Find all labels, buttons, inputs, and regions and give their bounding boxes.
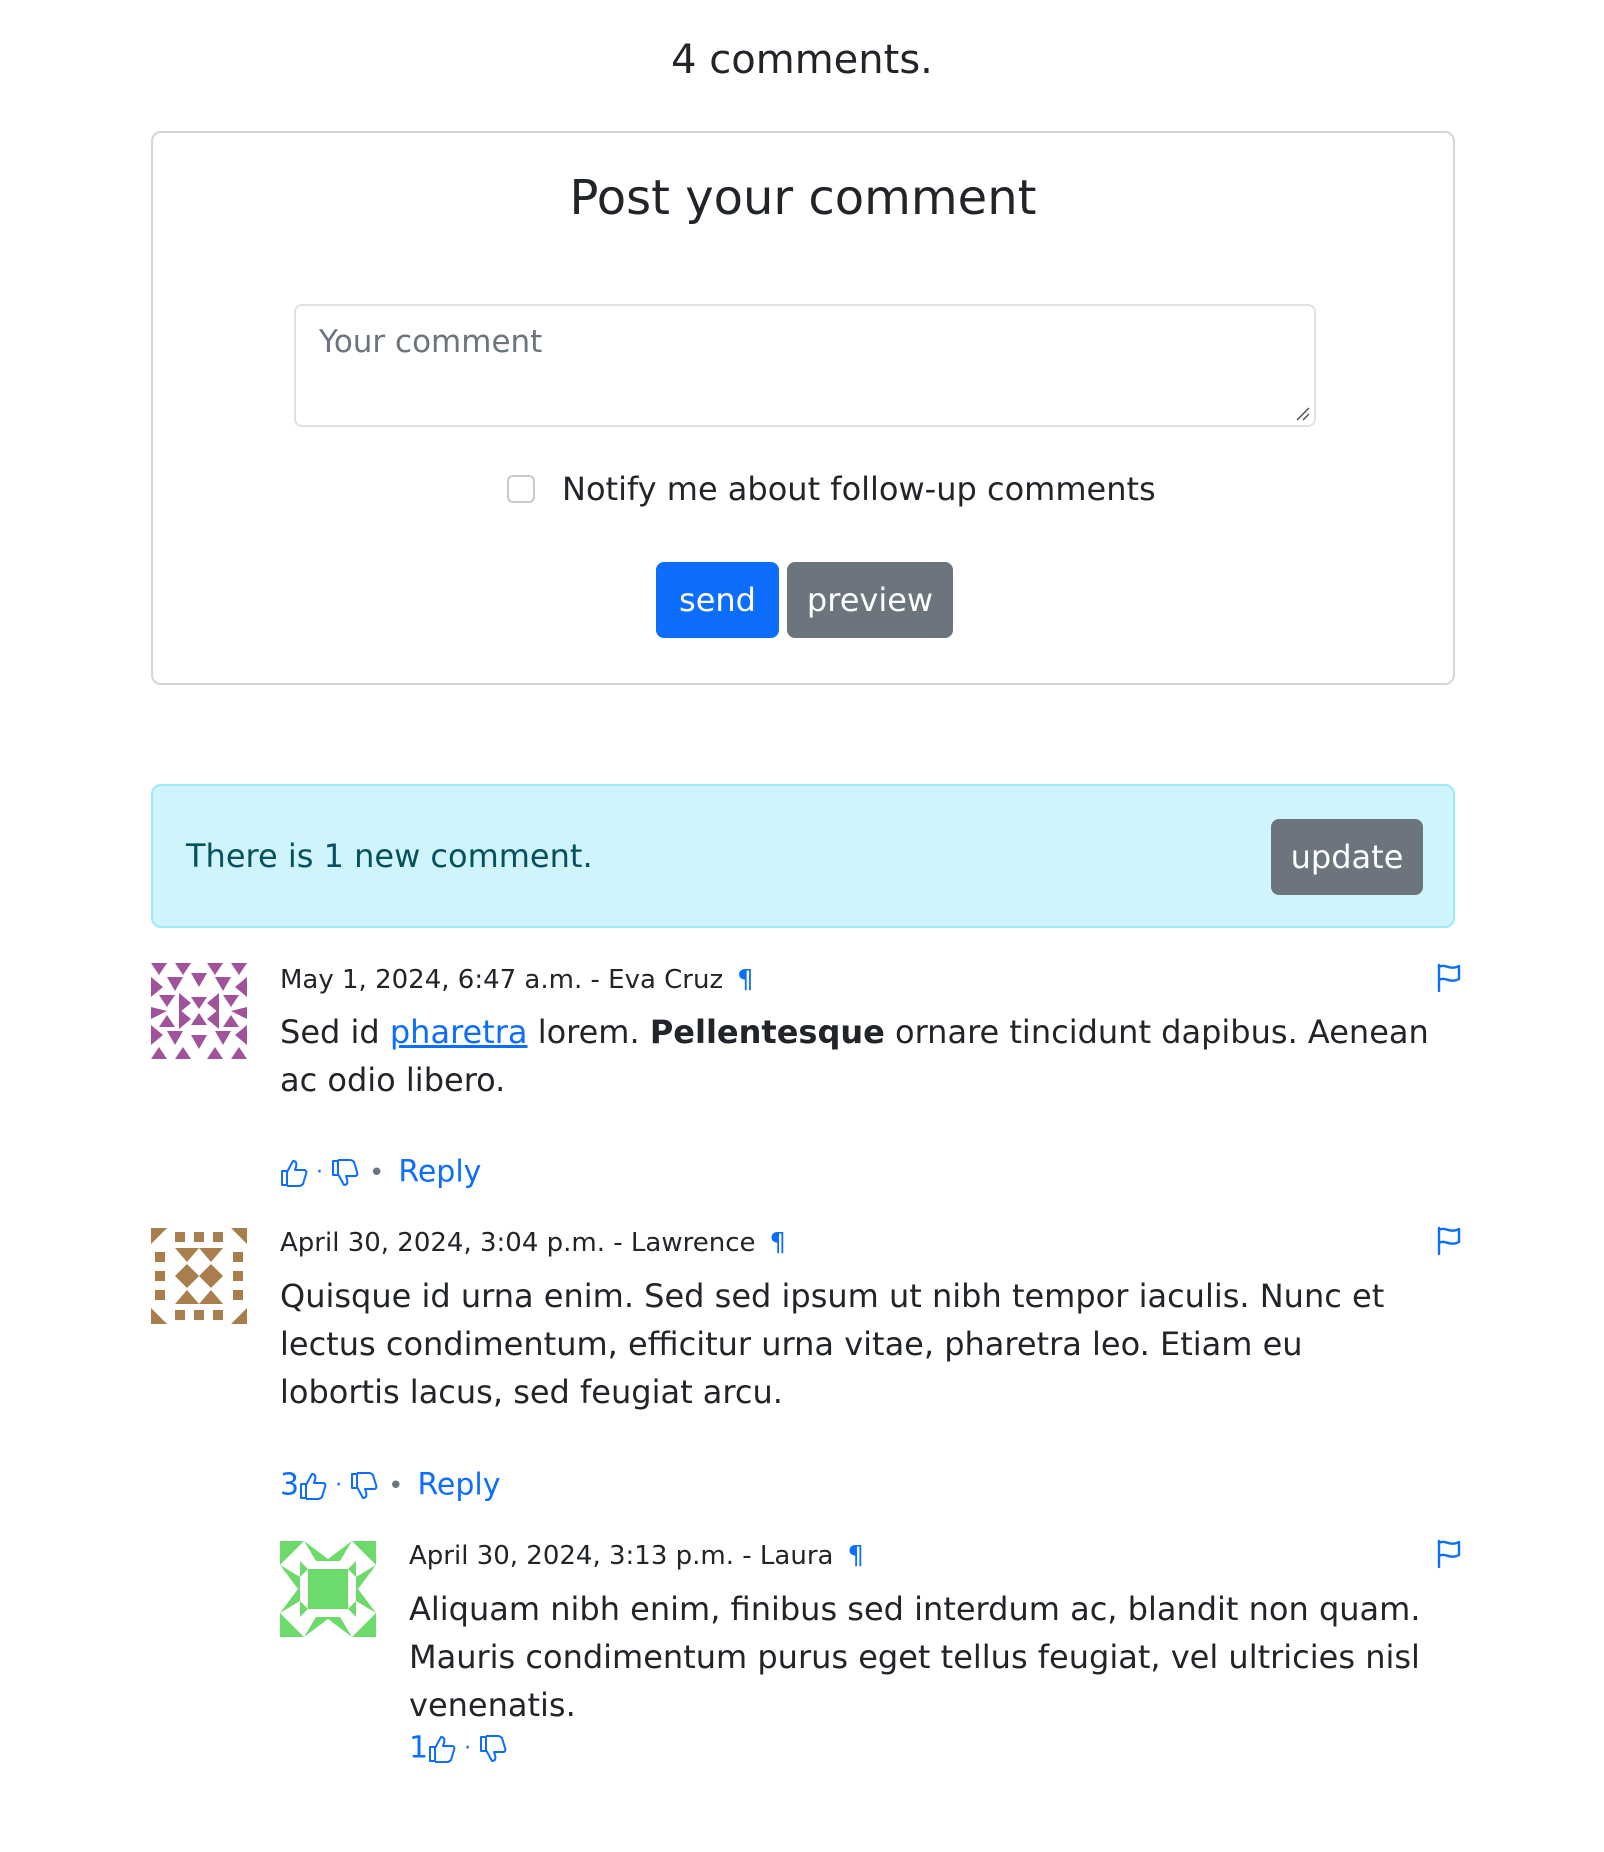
comment-actions: · • Reply <box>280 1152 481 1192</box>
post-comment-card: Post your comment Your comment Notify me… <box>151 131 1455 685</box>
flag-icon[interactable] <box>1436 1539 1462 1569</box>
preview-button[interactable]: preview <box>787 562 953 638</box>
comment-date-author: May 1, 2024, 6:47 a.m. - Eva Cruz <box>280 965 724 995</box>
comment-text: lorem. <box>527 1013 650 1051</box>
thumbs-down-icon[interactable] <box>479 1734 507 1764</box>
comment-actions: 3 · • Reply <box>280 1465 501 1505</box>
comment-body: Quisque id urna enim. Sed sed ipsum ut n… <box>280 1277 1385 1411</box>
pharetra-link[interactable]: pharetra <box>390 1013 528 1051</box>
thumbs-down-icon[interactable] <box>331 1158 359 1188</box>
action-bullet: • <box>388 1470 404 1501</box>
send-button[interactable]: send <box>656 562 779 638</box>
avatar <box>280 1541 376 1637</box>
flag-icon[interactable] <box>1436 1226 1462 1256</box>
thumbs-up-icon[interactable] <box>299 1471 327 1501</box>
thumbs-up-icon[interactable] <box>428 1734 456 1764</box>
permalink-icon[interactable]: ¶ <box>737 965 754 995</box>
action-separator: · <box>316 1159 323 1185</box>
notify-row: Notify me about follow-up comments <box>153 464 1453 514</box>
action-separator: · <box>464 1735 472 1761</box>
like-count: 1 <box>409 1730 429 1766</box>
comment-meta: April 30, 2024, 3:04 p.m. - Lawrence ¶ <box>280 1225 786 1261</box>
comment-bold-text: Pellentesque <box>649 1013 885 1051</box>
comment-text: Sed id <box>280 1013 390 1051</box>
update-button[interactable]: update <box>1271 819 1423 895</box>
comment-actions: 1 · <box>409 1728 507 1768</box>
comment-date-author: April 30, 2024, 3:13 p.m. - Laura <box>409 1541 834 1571</box>
post-comment-title: Post your comment <box>569 170 1037 226</box>
comment-placeholder: Your comment <box>319 324 543 360</box>
flag-icon[interactable] <box>1436 963 1462 993</box>
comment-date-author: April 30, 2024, 3:04 p.m. - Lawrence <box>280 1228 756 1258</box>
action-bullet: • <box>369 1157 385 1188</box>
notify-label[interactable]: Notify me about follow-up comments <box>562 464 1156 514</box>
avatar <box>151 963 247 1059</box>
thumbs-down-icon[interactable] <box>350 1471 378 1501</box>
action-separator: · <box>335 1472 343 1498</box>
comment-meta: April 30, 2024, 3:13 p.m. - Laura ¶ <box>409 1538 864 1574</box>
comment-body: Sed id pharetra lorem. Pellentesque orna… <box>280 1008 1430 1104</box>
comment-meta: May 1, 2024, 6:47 a.m. - Eva Cruz ¶ <box>280 962 754 998</box>
new-comment-alert-text: There is 1 new comment. <box>186 837 593 875</box>
new-comment-alert: There is 1 new comment. update <box>151 784 1455 928</box>
thumbs-up-icon[interactable] <box>280 1158 308 1188</box>
comment-count-title: 4 comments. <box>671 37 933 83</box>
reply-link[interactable]: Reply <box>417 1468 500 1503</box>
reply-link[interactable]: Reply <box>398 1155 481 1190</box>
comments-page: 4 comments. Post your comment Your comme… <box>0 0 1604 1852</box>
comment-textarea[interactable]: Your comment <box>294 304 1316 427</box>
resize-handle-icon[interactable] <box>1294 405 1310 421</box>
permalink-icon[interactable]: ¶ <box>770 1228 787 1258</box>
notify-checkbox[interactable] <box>507 475 535 503</box>
comment-body: Aliquam nibh enim, finibus sed interdum … <box>409 1590 1421 1724</box>
like-count: 3 <box>280 1467 300 1503</box>
avatar <box>151 1228 247 1324</box>
permalink-icon[interactable]: ¶ <box>847 1541 864 1571</box>
